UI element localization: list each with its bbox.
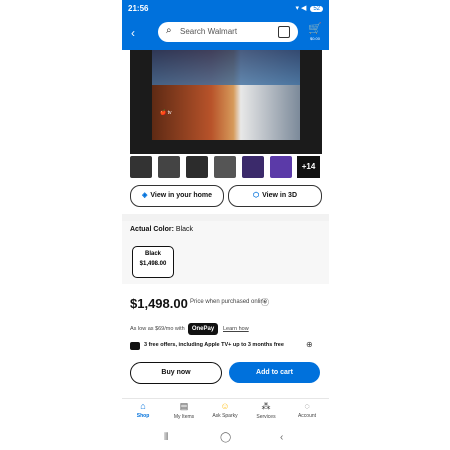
status-icons: ▾ ◀ 52 [296, 4, 323, 12]
add-to-cart-button[interactable]: Add to cart [229, 362, 320, 383]
ar-icon: ◈ [141, 192, 148, 199]
info-icon[interactable]: ⓘ [261, 297, 269, 308]
home-button-icon[interactable]: ◯ [220, 432, 231, 443]
chevron-right-icon[interactable]: ⊕ [306, 340, 313, 349]
tv-brand-text: 🍎 tv [160, 110, 172, 116]
back-icon[interactable]: ‹ [131, 26, 135, 40]
battery-badge: 52 [310, 6, 323, 12]
search-input[interactable]: ⌕ Search Walmart [158, 22, 298, 42]
3d-icon: ⬡ [252, 192, 260, 199]
phone-screen: 21:56 ▾ ◀ 52 ‹ ⌕ Search Walmart 🛒 $0.00 🍎… [122, 0, 329, 450]
thumbnail[interactable] [242, 156, 264, 178]
thumbnail[interactable] [130, 156, 152, 178]
price-note: Price when purchased online [190, 299, 268, 305]
learn-how-link[interactable]: Learn how [223, 326, 249, 332]
cart-icon[interactable]: 🛒 $0.00 [307, 22, 323, 42]
my-items-icon: ▤ [179, 401, 189, 411]
android-nav-bar: ⦀ ◯ ‹ [122, 428, 329, 450]
view-in-3d-button[interactable]: ⬡ View in 3D [228, 185, 322, 207]
account-icon: ◌ [304, 401, 310, 411]
search-placeholder: Search Walmart [180, 27, 238, 36]
more-thumbnails[interactable]: +14 [297, 156, 320, 178]
nav-item-ask-sparky[interactable]: ☺ Ask Sparky [205, 401, 245, 419]
barcode-scan-icon[interactable] [278, 26, 290, 38]
nav-item-account[interactable]: ◌ Account [287, 401, 327, 419]
thumbnail[interactable] [158, 156, 180, 178]
nav-item-shop[interactable]: ⌂ Shop [123, 401, 163, 419]
home-icon: ⌂ [140, 401, 146, 411]
tv-screen-image [152, 50, 300, 140]
thumbnail-strip: +14 [130, 156, 322, 180]
variant-option[interactable]: Black $1,498.00 [132, 246, 174, 278]
installment-text: As low as $69/mo with [130, 326, 185, 332]
section-divider [122, 214, 329, 221]
actual-color-value: Black [175, 226, 194, 233]
offer-icon [130, 342, 140, 350]
thumbnail[interactable] [186, 156, 208, 178]
buy-now-button[interactable]: Buy now [130, 362, 222, 384]
recent-apps-icon[interactable]: ⦀ [164, 432, 168, 443]
variant-name: Black [144, 251, 161, 257]
back-button-icon[interactable]: ‹ [280, 432, 283, 443]
nav-item-my-items[interactable]: ▤ My Items [164, 401, 204, 420]
view-in-home-button[interactable]: ◈ View in your home [130, 185, 224, 207]
cart-price: $0.00 [309, 36, 320, 41]
variant-price: $1,498.00 [139, 261, 167, 267]
nav-item-services[interactable]: ⁂ Services [246, 401, 286, 420]
services-icon: ⁂ [261, 401, 271, 411]
actual-color-label: Actual Color: Black [130, 226, 194, 233]
thumbnail[interactable] [214, 156, 236, 178]
top-header: 21:56 ▾ ◀ 52 ‹ ⌕ Search Walmart 🛒 $0.00 [122, 0, 329, 50]
search-icon: ⌕ [166, 25, 172, 36]
product-hero-image[interactable]: 🍎 tv [130, 50, 322, 154]
onepay-badge: OnePay [188, 323, 218, 335]
status-time: 21:56 [128, 4, 149, 13]
sparky-icon: ☺ [220, 401, 230, 411]
product-price: $1,498.00 [130, 296, 188, 311]
thumbnail[interactable] [270, 156, 292, 178]
bottom-nav: ⌂ Shop ▤ My Items ☺ Ask Sparky ⁂ Services ◌ A… [122, 398, 329, 427]
offer-text[interactable]: 3 free offers, including Apple TV+ up to… [144, 342, 284, 348]
